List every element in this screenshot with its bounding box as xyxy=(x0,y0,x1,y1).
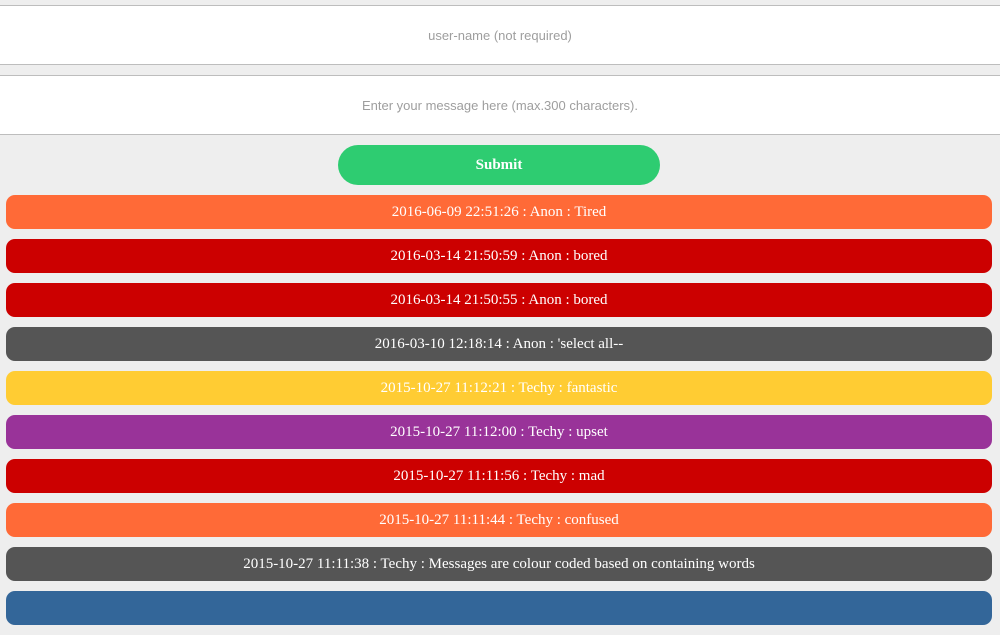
message-item: 2015-10-27 11:12:21 : Techy : fantastic xyxy=(6,371,992,405)
message-item: 2015-10-27 11:11:56 : Techy : mad xyxy=(6,459,992,493)
message-list: 2016-06-09 22:51:26 : Anon : Tired 2016-… xyxy=(6,195,992,635)
submit-button[interactable]: Submit xyxy=(338,145,660,185)
message-item: 2015-10-27 11:11:44 : Techy : confused xyxy=(6,503,992,537)
message-input[interactable] xyxy=(0,75,1000,135)
message-item: 2016-06-09 22:51:26 : Anon : Tired xyxy=(6,195,992,229)
message-item: 2016-03-14 21:50:55 : Anon : bored xyxy=(6,283,992,317)
message-item: 2016-03-14 21:50:59 : Anon : bored xyxy=(6,239,992,273)
username-input[interactable] xyxy=(0,5,1000,65)
message-item: 2016-03-10 12:18:14 : Anon : 'select all… xyxy=(6,327,992,361)
message-item: 2015-10-27 11:12:00 : Techy : upset xyxy=(6,415,992,449)
message-item: 2015-10-27 11:11:38 : Techy : Messages a… xyxy=(6,547,992,581)
message-item xyxy=(6,591,992,625)
